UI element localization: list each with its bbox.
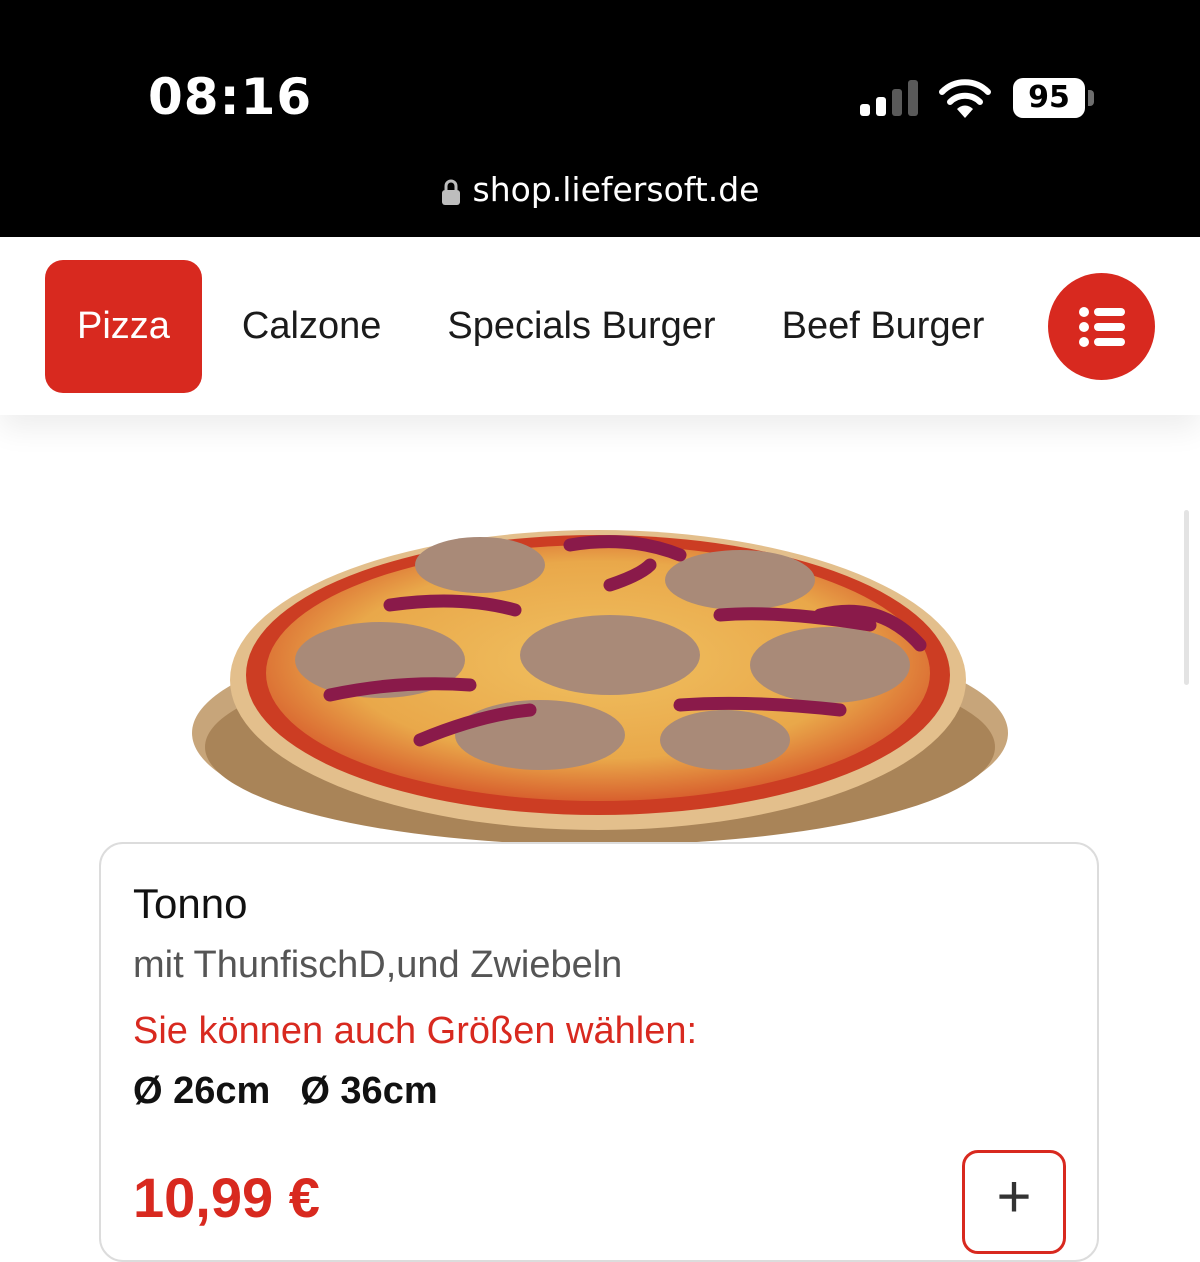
lock-icon [441, 179, 460, 205]
url-text: shop.liefersoft.de [472, 170, 760, 209]
wifi-icon [939, 79, 991, 118]
category-calzone[interactable]: Calzone [242, 260, 381, 393]
status-bar: 08:16 95 shop.liefersoft.de [0, 0, 1200, 237]
list-icon [1078, 306, 1125, 347]
category-specials-burger[interactable]: Specials Burger [447, 260, 715, 393]
product-image [192, 530, 1008, 845]
category-scroller[interactable]: Pizza Calzone Specials Burger Beef Burger [45, 260, 1020, 393]
page-scrollbar[interactable] [1184, 510, 1189, 685]
clock: 08:16 [148, 68, 313, 126]
product-name: Tonno [133, 880, 248, 927]
add-to-cart-button[interactable]: + [962, 1150, 1066, 1254]
size-note: Sie können auch Größen wählen: [133, 1010, 698, 1052]
battery-cap [1088, 90, 1094, 106]
size-option-36cm[interactable]: Ø 36cm [300, 1070, 437, 1113]
category-menu-button[interactable] [1048, 273, 1155, 380]
size-option-26cm[interactable]: Ø 26cm [133, 1070, 270, 1113]
product-description: mit ThunfischD,und Zwiebeln [133, 944, 623, 986]
category-nav: Pizza Calzone Specials Burger Beef Burger [0, 237, 1200, 415]
category-pizza[interactable]: Pizza [45, 260, 202, 393]
cellular-signal-icon [860, 80, 918, 116]
battery-indicator: 95 [1013, 78, 1085, 118]
size-options: Ø 26cm Ø 36cm [133, 1070, 468, 1113]
plus-icon: + [996, 1163, 1032, 1230]
product-price: 10,99 € [133, 1166, 320, 1229]
address-bar[interactable]: shop.liefersoft.de [0, 170, 1200, 209]
category-beef-burger[interactable]: Beef Burger [782, 260, 985, 393]
